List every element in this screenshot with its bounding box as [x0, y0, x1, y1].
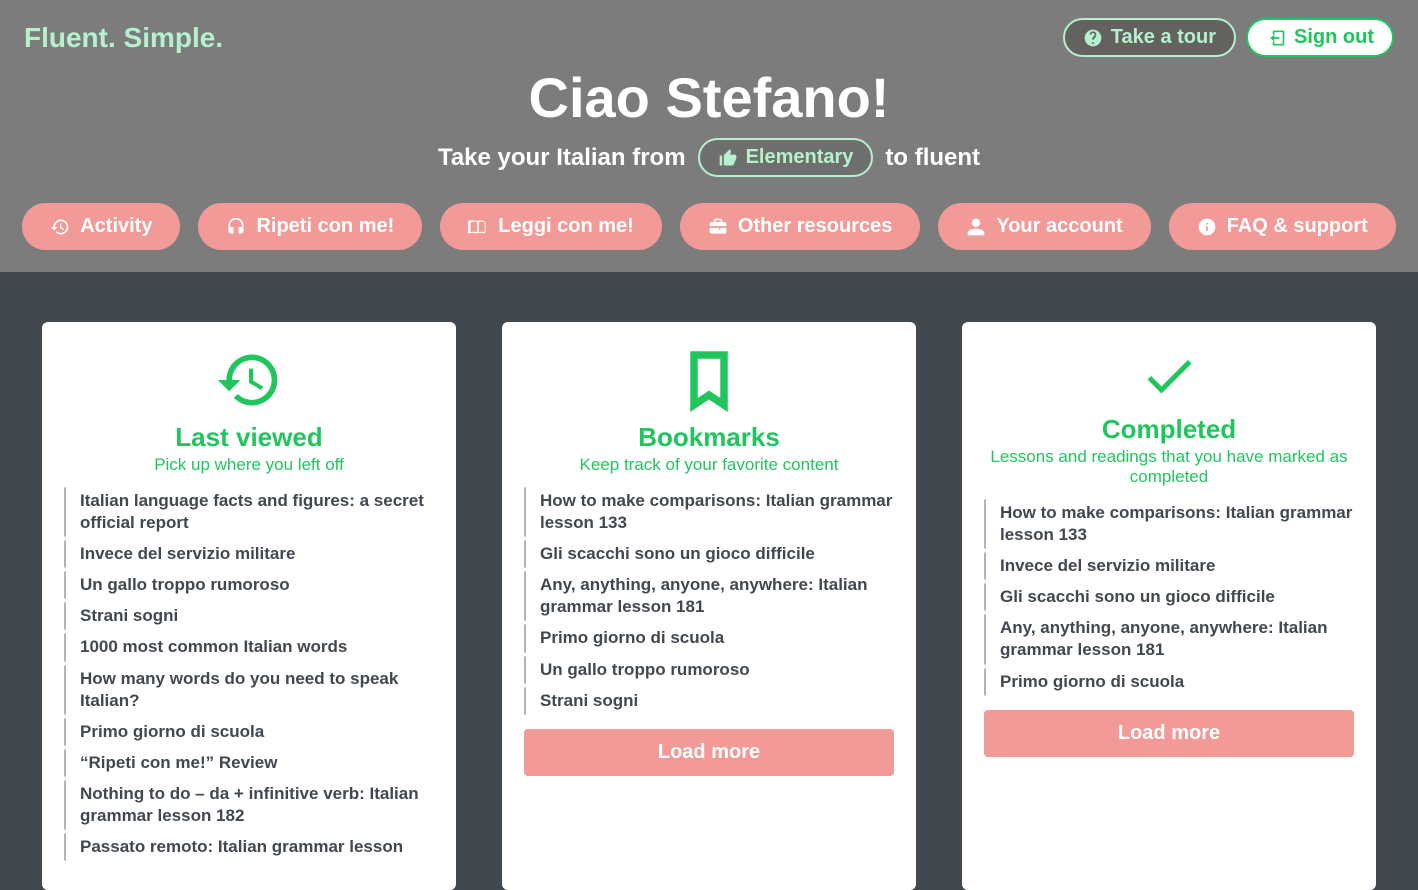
- brand-logo: Fluent. Simple.: [24, 22, 223, 54]
- list-item[interactable]: Any, anything, anyone, anywhere: Italian…: [524, 571, 894, 621]
- nav-other[interactable]: Other resources: [680, 203, 921, 250]
- list-item[interactable]: How to make comparisons: Italian grammar…: [984, 499, 1354, 549]
- bookmarks-title: Bookmarks: [524, 422, 894, 453]
- completed-list: How to make comparisons: Italian grammar…: [984, 499, 1354, 696]
- last-viewed-title: Last viewed: [64, 422, 434, 453]
- nav-activity-label: Activity: [80, 215, 152, 238]
- toolbox-icon: [708, 217, 728, 237]
- sign-out-icon: [1266, 28, 1286, 48]
- history-icon: [50, 217, 70, 237]
- list-item[interactable]: Primo giorno di scuola: [64, 718, 434, 746]
- last-viewed-sub: Pick up where you left off: [64, 455, 434, 475]
- list-item[interactable]: How to make comparisons: Italian grammar…: [524, 487, 894, 537]
- bookmark-large-icon: [524, 346, 894, 414]
- greeting-pre: Take your Italian from: [438, 144, 686, 172]
- greeting-subline: Take your Italian from Elementary to flu…: [0, 138, 1418, 177]
- list-item[interactable]: 1000 most common Italian words: [64, 633, 434, 661]
- hero-section: Fluent. Simple. Take a tour Sign out Cia…: [0, 0, 1418, 272]
- bookmarks-sub: Keep track of your favorite content: [524, 455, 894, 475]
- list-item[interactable]: How many words do you need to speak Ital…: [64, 665, 434, 715]
- greeting: Ciao Stefano! Take your Italian from Ele…: [0, 65, 1418, 177]
- user-icon: [966, 217, 986, 237]
- check-large-icon: [984, 346, 1354, 406]
- list-item[interactable]: Italian language facts and figures: a se…: [64, 487, 434, 537]
- sign-out-button[interactable]: Sign out: [1246, 18, 1394, 57]
- completed-title: Completed: [984, 414, 1354, 445]
- list-item[interactable]: Primo giorno di scuola: [984, 668, 1354, 696]
- question-icon: [1083, 28, 1103, 48]
- take-tour-button[interactable]: Take a tour: [1063, 18, 1236, 57]
- book-icon: [468, 217, 488, 237]
- history-large-icon: [64, 346, 434, 414]
- nav-ripeti[interactable]: Ripeti con me!: [198, 203, 422, 250]
- last-viewed-card: Last viewed Pick up where you left off I…: [42, 322, 456, 890]
- greeting-post: to fluent: [885, 144, 980, 172]
- nav-other-label: Other resources: [738, 215, 893, 238]
- list-item[interactable]: Nothing to do – da + infinitive verb: It…: [64, 780, 434, 830]
- last-viewed-list: Italian language facts and figures: a se…: [64, 487, 434, 861]
- level-pill[interactable]: Elementary: [698, 138, 874, 177]
- cards-row: Last viewed Pick up where you left off I…: [0, 272, 1418, 890]
- info-icon: [1197, 217, 1217, 237]
- nav-account-label: Your account: [996, 215, 1122, 238]
- list-item[interactable]: Primo giorno di scuola: [524, 624, 894, 652]
- nav-leggi[interactable]: Leggi con me!: [440, 203, 662, 250]
- level-label: Elementary: [746, 146, 854, 169]
- list-item[interactable]: Un gallo troppo rumoroso: [64, 571, 434, 599]
- list-item[interactable]: Gli scacchi sono un gioco difficile: [984, 583, 1354, 611]
- top-buttons: Take a tour Sign out: [1063, 18, 1394, 57]
- bookmarks-load-more[interactable]: Load more: [524, 729, 894, 776]
- completed-card: Completed Lessons and readings that you …: [962, 322, 1376, 890]
- nav-faq[interactable]: FAQ & support: [1169, 203, 1396, 250]
- completed-load-more[interactable]: Load more: [984, 710, 1354, 757]
- nav-faq-label: FAQ & support: [1227, 215, 1368, 238]
- top-bar: Fluent. Simple. Take a tour Sign out: [0, 0, 1418, 57]
- list-item[interactable]: Gli scacchi sono un gioco difficile: [524, 540, 894, 568]
- nav-account[interactable]: Your account: [938, 203, 1150, 250]
- nav-ripeti-label: Ripeti con me!: [256, 215, 394, 238]
- thumbs-up-icon: [718, 148, 738, 168]
- list-item[interactable]: Strani sogni: [524, 687, 894, 715]
- bookmarks-list: How to make comparisons: Italian grammar…: [524, 487, 894, 715]
- bookmarks-card: Bookmarks Keep track of your favorite co…: [502, 322, 916, 890]
- headset-icon: [226, 217, 246, 237]
- greeting-title: Ciao Stefano!: [0, 65, 1418, 130]
- sign-out-label: Sign out: [1294, 26, 1374, 49]
- take-tour-label: Take a tour: [1111, 26, 1216, 49]
- completed-sub: Lessons and readings that you have marke…: [984, 447, 1354, 487]
- list-item[interactable]: Invece del servizio militare: [984, 552, 1354, 580]
- list-item[interactable]: Passato remoto: Italian grammar lesson: [64, 833, 434, 861]
- list-item[interactable]: Any, anything, anyone, anywhere: Italian…: [984, 614, 1354, 664]
- nav-leggi-label: Leggi con me!: [498, 215, 634, 238]
- list-item[interactable]: Invece del servizio militare: [64, 540, 434, 568]
- nav-pills: Activity Ripeti con me! Leggi con me! Ot…: [0, 203, 1418, 272]
- nav-activity[interactable]: Activity: [22, 203, 180, 250]
- list-item[interactable]: Un gallo troppo rumoroso: [524, 656, 894, 684]
- list-item[interactable]: “Ripeti con me!” Review: [64, 749, 434, 777]
- list-item[interactable]: Strani sogni: [64, 602, 434, 630]
